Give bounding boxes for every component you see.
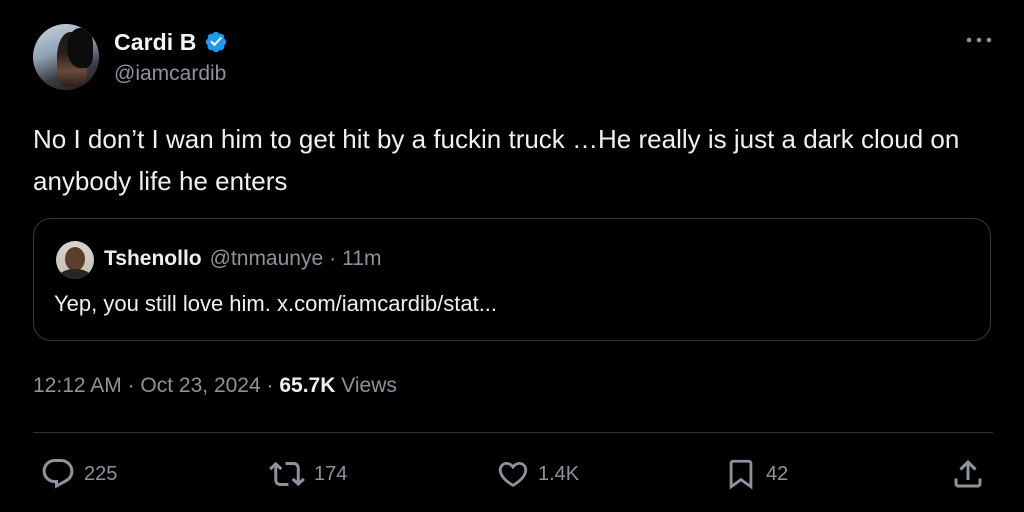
quoted-tweet-text: Yep, you still love him. x.com/iamcardib… (54, 291, 498, 316)
quoted-avatar-shoulders (58, 269, 92, 279)
bookmark-icon (724, 456, 758, 492)
tweet-text: No I don’t I wan him to get hit by a fuc… (33, 124, 960, 196)
quoted-timestamp: 11m (342, 247, 382, 270)
quoted-avatar-head (65, 247, 85, 271)
meta-separator: · (266, 374, 274, 397)
quoted-separator: · (329, 247, 337, 270)
like-count: 1.4K (538, 462, 580, 485)
bookmark-button[interactable]: 42 (724, 452, 788, 496)
author-avatar[interactable] (33, 24, 99, 90)
divider (33, 432, 993, 433)
share-icon (950, 456, 986, 492)
quoted-author-handle: @tnmaunye (209, 247, 324, 270)
repost-icon (268, 456, 306, 492)
bookmark-count: 42 (766, 462, 789, 485)
tweet-time[interactable]: 12:12 AM (33, 374, 122, 397)
avatar-hair (67, 28, 93, 68)
meta-separator: · (127, 374, 135, 397)
reply-icon (40, 456, 76, 492)
verified-badge-icon[interactable] (204, 30, 228, 54)
quoted-tweet[interactable]: Tshenollo @tnmaunye · 11m Yep, you still… (33, 218, 991, 341)
repost-count: 174 (314, 462, 348, 485)
like-button[interactable]: 1.4K (496, 452, 579, 496)
quoted-tweet-meta: Tshenollo @tnmaunye · 11m (104, 247, 381, 271)
views-count: 65.7K (279, 374, 336, 397)
action-bar: 225 174 1.4K 42 (0, 452, 1024, 496)
author-display-name[interactable]: Cardi B (114, 29, 197, 56)
share-button[interactable] (950, 452, 986, 496)
reply-button[interactable]: 225 (40, 452, 117, 496)
quoted-author-name: Tshenollo (104, 247, 202, 270)
tweet-card: Cardi B @iamcardib No I don’t I wan him … (0, 0, 1024, 512)
tweet-meta-row: 12:12 AM · Oct 23, 2024 · 65.7K Views (33, 374, 397, 398)
author-name-row: Cardi B (114, 28, 228, 56)
views-label: Views (341, 374, 397, 397)
reply-count: 225 (84, 462, 118, 485)
repost-button[interactable]: 174 (268, 452, 347, 496)
tweet-date[interactable]: Oct 23, 2024 (140, 374, 260, 397)
quoted-author-avatar[interactable] (56, 241, 94, 279)
heart-icon (496, 456, 530, 492)
more-options-icon[interactable] (962, 28, 996, 52)
author-handle[interactable]: @iamcardib (114, 62, 226, 86)
